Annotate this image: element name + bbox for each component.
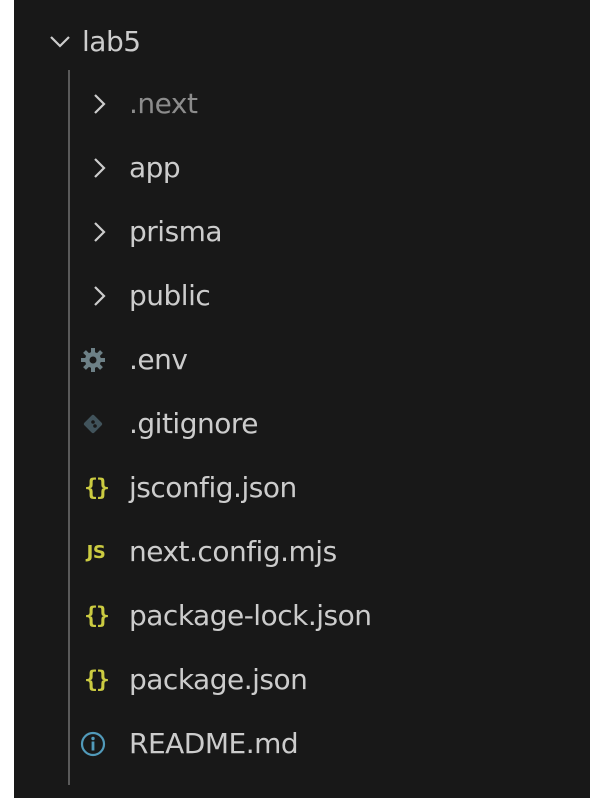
file-row-package-lock-json[interactable]: {} package-lock.json bbox=[14, 584, 590, 648]
folder-row-public[interactable]: public bbox=[14, 264, 590, 328]
file-row-gitignore[interactable]: .gitignore bbox=[14, 392, 590, 456]
json-icon-text: {} bbox=[84, 475, 110, 501]
folder-label: .next bbox=[129, 87, 198, 120]
json-braces-icon: {} bbox=[76, 665, 116, 695]
js-icon-text: JS bbox=[86, 541, 106, 563]
chevron-right-icon[interactable] bbox=[90, 282, 110, 310]
json-braces-icon: {} bbox=[76, 601, 116, 631]
file-label: .env bbox=[129, 343, 188, 376]
json-icon-text: {} bbox=[84, 667, 110, 693]
chevron-right-icon[interactable] bbox=[90, 90, 110, 118]
json-braces-icon: {} bbox=[76, 473, 116, 503]
chevron-down-icon[interactable] bbox=[46, 28, 74, 56]
folder-row-lab5[interactable]: lab5 bbox=[14, 10, 590, 74]
file-label: jsconfig.json bbox=[129, 471, 297, 504]
file-row-readme-md[interactable]: README.md bbox=[14, 712, 590, 776]
file-row-next-config-mjs[interactable]: JS next.config.mjs bbox=[14, 520, 590, 584]
chevron-right-icon[interactable] bbox=[90, 218, 110, 246]
file-label: package.json bbox=[129, 663, 308, 696]
folder-row-prisma[interactable]: prisma bbox=[14, 200, 590, 264]
file-explorer-tree: lab5 .next app prisma public .env .gitig… bbox=[14, 0, 590, 798]
file-label: README.md bbox=[129, 727, 299, 760]
chevron-right-icon[interactable] bbox=[90, 154, 110, 182]
folder-label: public bbox=[129, 279, 211, 312]
info-icon bbox=[78, 729, 108, 759]
folder-label: lab5 bbox=[82, 25, 141, 58]
folder-row-next[interactable]: .next bbox=[14, 72, 590, 136]
folder-row-app[interactable]: app bbox=[14, 136, 590, 200]
folder-label: app bbox=[129, 151, 181, 184]
javascript-icon: JS bbox=[76, 537, 116, 567]
file-label: package-lock.json bbox=[129, 599, 372, 632]
file-row-env[interactable]: .env bbox=[14, 328, 590, 392]
json-icon-text: {} bbox=[84, 603, 110, 629]
folder-label: prisma bbox=[129, 215, 223, 248]
gear-icon bbox=[78, 345, 108, 375]
file-row-jsconfig-json[interactable]: {} jsconfig.json bbox=[14, 456, 590, 520]
file-label: .gitignore bbox=[129, 407, 258, 440]
file-row-package-json[interactable]: {} package.json bbox=[14, 648, 590, 712]
file-label: next.config.mjs bbox=[129, 535, 337, 568]
git-diamond-icon bbox=[78, 409, 108, 439]
